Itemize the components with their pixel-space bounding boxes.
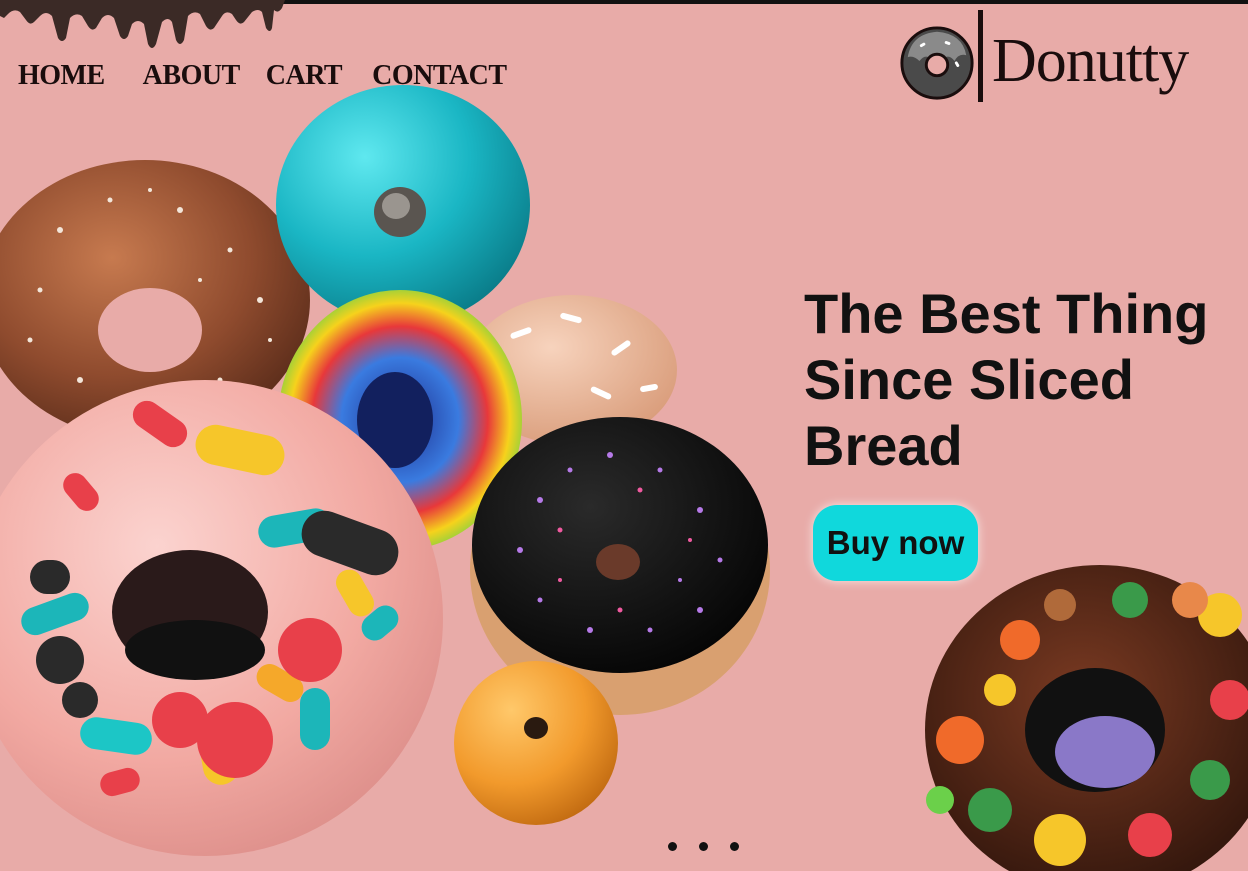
carousel-indicators: [668, 842, 739, 851]
carousel-dot[interactable]: [699, 842, 708, 851]
carousel-dot[interactable]: [730, 842, 739, 851]
chocolate-candy-donut: [925, 565, 1248, 871]
carousel-dot[interactable]: [668, 842, 677, 851]
buy-now-button[interactable]: Buy now: [813, 505, 978, 581]
hero-headline: The Best Thing Since Sliced Bread: [804, 282, 1209, 477]
teal-donut: [276, 85, 530, 325]
orange-mini-donut: [454, 661, 618, 825]
